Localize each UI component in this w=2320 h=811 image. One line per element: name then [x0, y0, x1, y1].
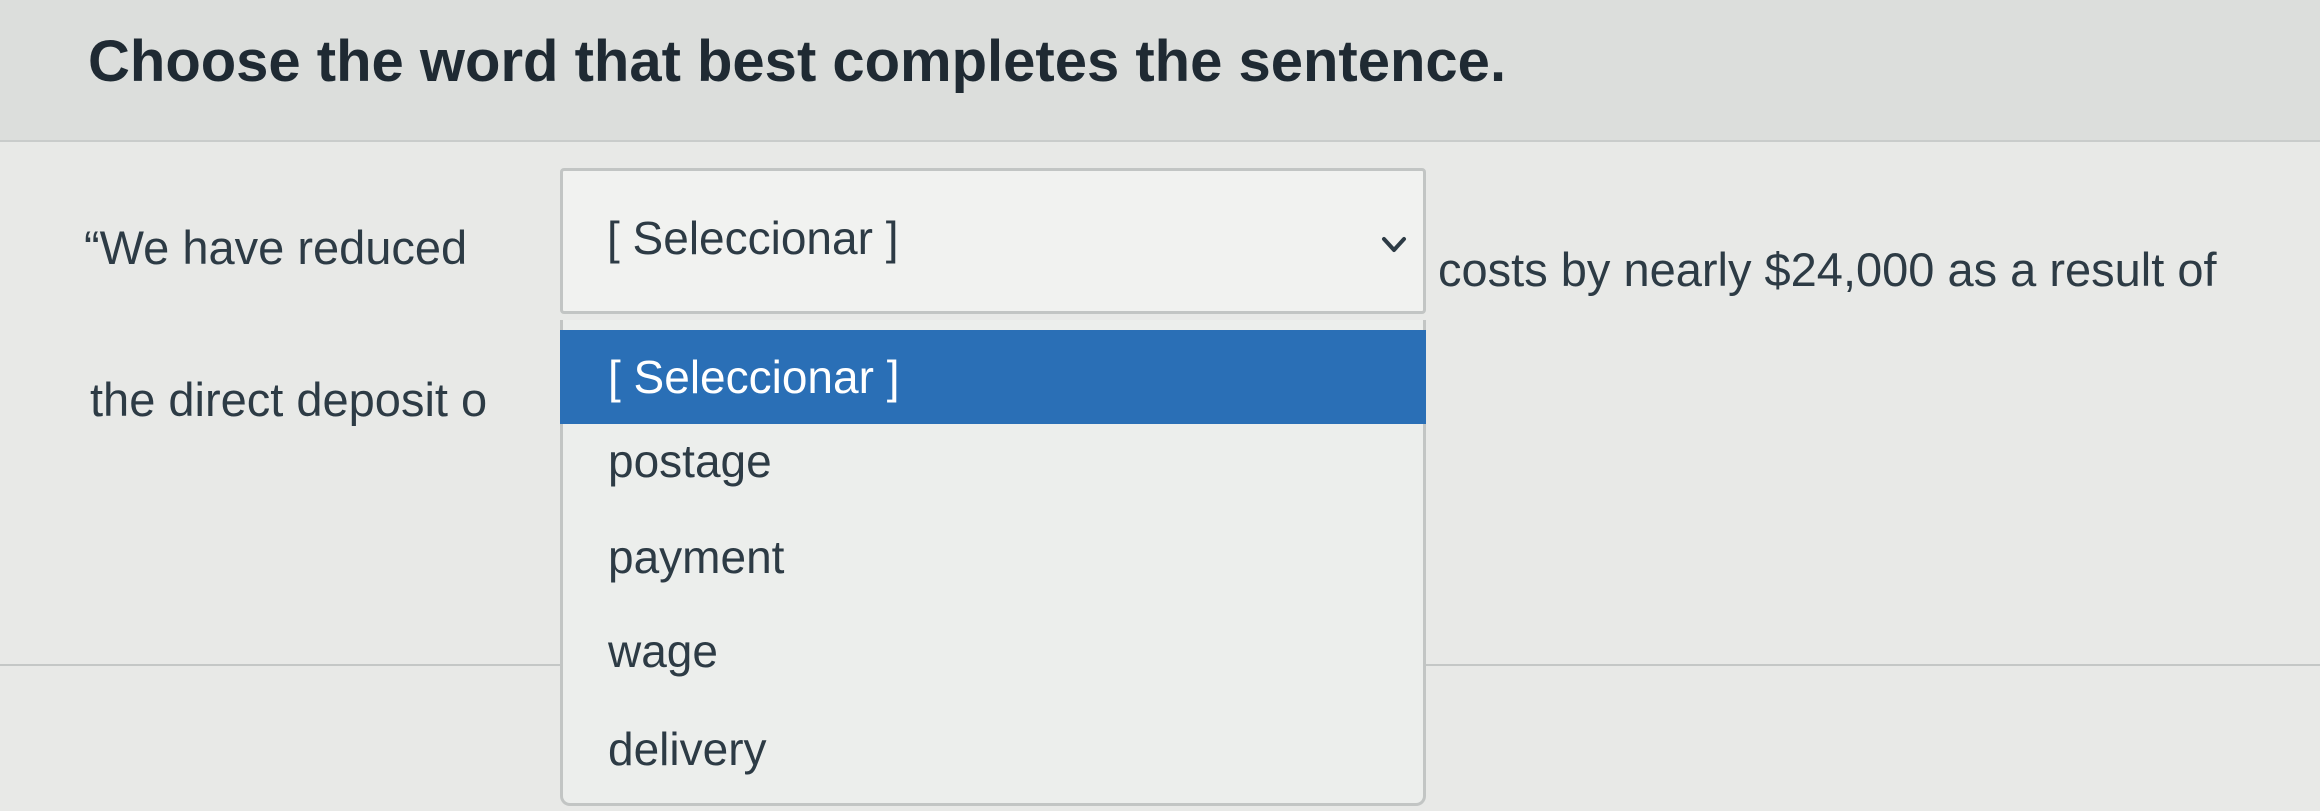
question-title: Choose the word that best completes the …: [88, 29, 1507, 94]
word-select[interactable]: [ Seleccionar ]: [560, 168, 1426, 314]
option-seleccionar[interactable]: [ Seleccionar ]: [560, 330, 1426, 424]
sentence-after-text: costs by nearly $24,000 as a result of: [1438, 243, 2217, 296]
option-payment[interactable]: payment: [560, 510, 1426, 604]
sentence-start-text: “We have reduced: [84, 221, 468, 274]
option-postage[interactable]: postage: [560, 414, 1426, 508]
option-delivery[interactable]: delivery: [560, 702, 1426, 796]
select-current-value: [ Seleccionar ]: [607, 212, 899, 264]
option-wage[interactable]: wage: [560, 604, 1426, 698]
chevron-down-icon: [1382, 237, 1406, 252]
sentence-line2-text: the direct deposit o: [90, 373, 488, 426]
